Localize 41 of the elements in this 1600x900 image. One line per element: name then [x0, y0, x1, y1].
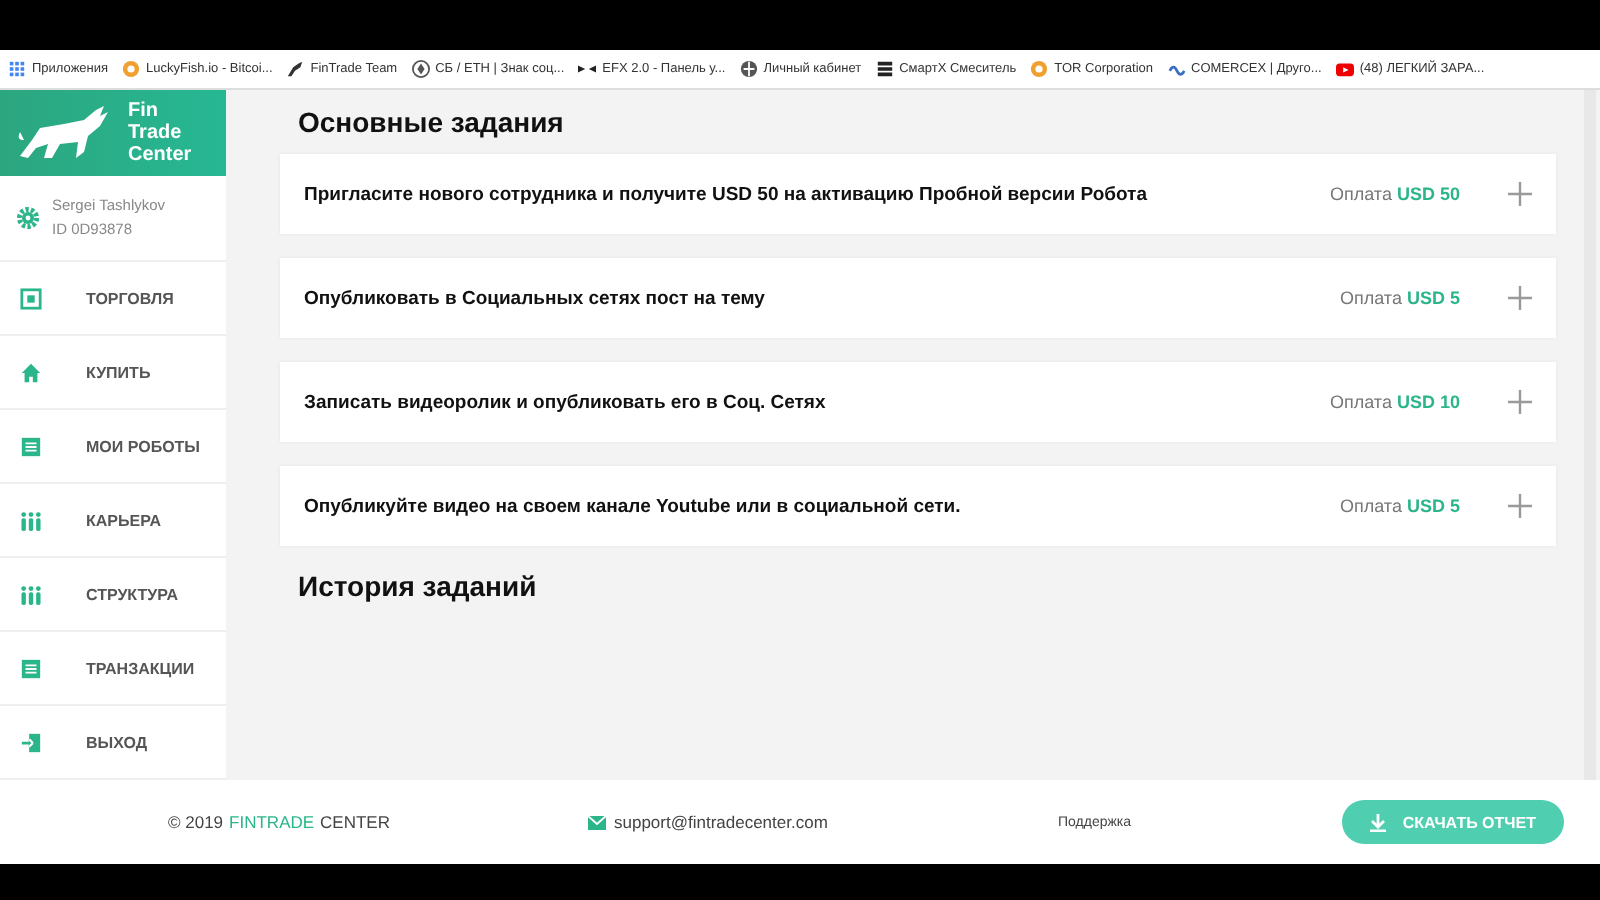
play-icon [1335, 60, 1354, 78]
gear-icon[interactable] [16, 206, 40, 230]
logo-text: Fin [128, 100, 160, 122]
diamond-icon [411, 60, 430, 78]
copyright-text: © 2019 [168, 812, 224, 832]
payment-text: Оплата USD 5 [1340, 288, 1460, 308]
brand-text: FINTRADE [229, 812, 315, 832]
brand-text: CENTER [320, 812, 390, 832]
list-icon [20, 435, 42, 457]
plus-icon[interactable] [1508, 390, 1532, 414]
plus-icon[interactable] [1508, 494, 1532, 518]
coin-icon [122, 60, 141, 78]
plus-icon[interactable] [1508, 182, 1532, 206]
payment-text: Оплата USD 50 [1330, 184, 1460, 204]
apps-grid-icon [8, 60, 26, 78]
section-title: История заданий [298, 570, 539, 602]
envelope-icon [588, 815, 606, 829]
people-icon [20, 583, 42, 605]
waves-icon [1167, 60, 1185, 78]
globe-icon [739, 60, 758, 78]
home-icon [20, 361, 42, 383]
exit-icon [20, 731, 42, 753]
scrollbar[interactable] [1584, 90, 1596, 780]
section-title: Основные задания [298, 106, 566, 138]
plus-icon[interactable] [1508, 286, 1532, 310]
stripes-icon [875, 60, 894, 78]
coin-icon [1030, 60, 1049, 78]
payment-text: Оплата USD 10 [1330, 392, 1460, 412]
logo-text: Center [128, 144, 192, 166]
download-icon [1370, 813, 1387, 831]
bowtie-icon [578, 60, 597, 78]
logo-text: Trade [128, 122, 184, 144]
grid-icon [20, 287, 42, 309]
task-text: Опубликовать в Социальных сетях пост на тему [304, 287, 767, 309]
task-text: Опубликуйте видео на своем канале Youtube или в социальной сети. [304, 495, 963, 517]
email-link[interactable]: support@fintradecenter.com [614, 812, 828, 832]
people-icon [20, 509, 42, 531]
task-text: Записать видеоролик и опубликовать его в Соц. Сетях [304, 391, 828, 413]
task-text: Пригласите нового сотрудника и получите USD 50 на активацию Пробной версии Робота [304, 183, 1150, 205]
payment-text: Оплата USD 5 [1340, 496, 1460, 516]
list-icon [20, 657, 42, 679]
